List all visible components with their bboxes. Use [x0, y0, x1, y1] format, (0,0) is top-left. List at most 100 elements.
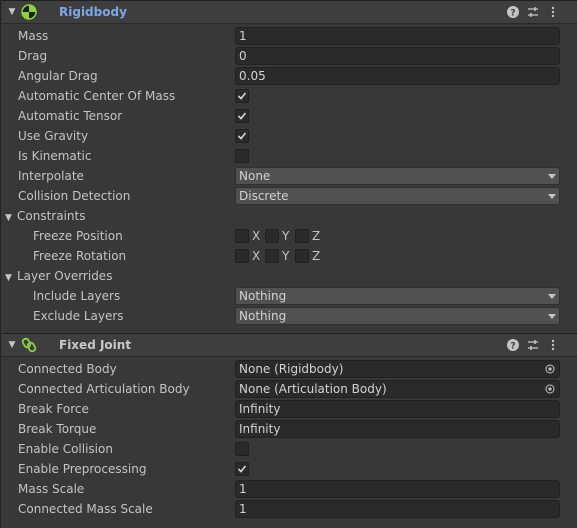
- auto-com-row: Automatic Center Of Mass: [2, 86, 577, 106]
- enable-preprocessing-checkbox[interactable]: [235, 462, 249, 476]
- fold-arrow-icon[interactable]: ▼: [6, 6, 18, 18]
- axis-z-label: Z: [312, 229, 321, 243]
- break-torque-row: Break Torque Infinity: [2, 419, 577, 439]
- object-picker-icon[interactable]: [545, 384, 555, 394]
- angular-drag-label: Angular Drag: [18, 69, 98, 83]
- auto-com-checkbox[interactable]: [235, 89, 249, 103]
- presets-icon[interactable]: [526, 338, 540, 352]
- include-layers-label: Include Layers: [33, 289, 121, 303]
- rigidbody-icon: [21, 4, 37, 20]
- enable-collision-checkbox[interactable]: [235, 442, 249, 456]
- angular-drag-row: Angular Drag 0.05: [2, 66, 577, 86]
- break-force-field[interactable]: Infinity: [235, 400, 560, 418]
- fold-arrow-icon: ▼: [5, 213, 12, 223]
- fixed-joint-title: Fixed Joint: [59, 338, 132, 352]
- layer-overrides-foldout[interactable]: ▼ Layer Overrides: [2, 266, 577, 286]
- axis-x-label: X: [252, 229, 261, 243]
- mass-scale-label: Mass Scale: [18, 482, 85, 496]
- break-torque-field[interactable]: Infinity: [235, 420, 560, 438]
- layer-overrides-foldout-label: ▼ Layer Overrides: [5, 269, 112, 283]
- exclude-layers-value: Nothing: [239, 309, 287, 323]
- mass-row: Mass 1: [2, 26, 577, 46]
- axis-y-label: Y: [282, 229, 290, 243]
- checkmark-icon: [237, 465, 247, 473]
- collision-detection-label: Collision Detection: [18, 189, 131, 203]
- dropdown-caret-icon: [548, 174, 556, 179]
- layer-overrides-label: Layer Overrides: [17, 269, 113, 283]
- connected-body-label: Connected Body: [18, 362, 117, 376]
- break-force-label: Break Force: [18, 402, 89, 416]
- enable-preprocessing-label: Enable Preprocessing: [18, 462, 147, 476]
- connected-mass-scale-row: Connected Mass Scale 1: [2, 499, 577, 519]
- presets-icon[interactable]: [526, 5, 540, 19]
- freeze-position-label: Freeze Position: [33, 229, 123, 243]
- auto-tensor-label: Automatic Tensor: [18, 109, 123, 123]
- use-gravity-row: Use Gravity: [2, 126, 577, 146]
- fold-arrow-icon: ▼: [5, 273, 12, 283]
- enable-collision-row: Enable Collision: [2, 439, 577, 459]
- freeze-position-y-checkbox[interactable]: [265, 229, 279, 243]
- fixed-joint-icon: [21, 337, 37, 353]
- more-icon[interactable]: [546, 5, 560, 19]
- connected-mass-scale-field[interactable]: 1: [235, 500, 560, 518]
- checkmark-icon: [237, 112, 247, 120]
- is-kinematic-row: Is Kinematic: [2, 146, 577, 166]
- dropdown-caret-icon: [548, 194, 556, 199]
- freeze-position-row: Freeze Position X Y Z: [2, 226, 577, 246]
- interpolate-value: None: [239, 169, 271, 183]
- object-picker-icon[interactable]: [545, 364, 555, 374]
- connected-body-row: Connected Body None (Rigidbody): [2, 359, 577, 379]
- freeze-rotation-x-checkbox[interactable]: [235, 249, 249, 263]
- help-icon[interactable]: ?: [506, 5, 520, 19]
- constraints-foldout-label: ▼ Constraints: [5, 209, 85, 223]
- svg-text:?: ?: [510, 342, 515, 352]
- more-icon[interactable]: [546, 338, 560, 352]
- angular-drag-field[interactable]: 0.05: [235, 67, 560, 85]
- connected-body-field[interactable]: None (Rigidbody): [235, 360, 560, 378]
- drag-label: Drag: [18, 49, 48, 63]
- rigidbody-title: Rigidbody: [59, 5, 127, 19]
- drag-field[interactable]: 0: [235, 47, 560, 65]
- axis-z-label: Z: [312, 249, 321, 263]
- exclude-layers-row: Exclude Layers Nothing: [2, 306, 577, 326]
- rigidbody-header[interactable]: ▼ Rigidbody ?: [2, 0, 577, 24]
- freeze-rotation-y-checkbox[interactable]: [265, 249, 279, 263]
- collision-detection-value: Discrete: [239, 189, 289, 203]
- freeze-rotation-label: Freeze Rotation: [33, 249, 127, 263]
- dropdown-caret-icon: [548, 314, 556, 319]
- fixed-joint-header[interactable]: ▼ Fixed Joint ?: [2, 333, 577, 357]
- axis-x-label: X: [252, 249, 261, 263]
- connected-articulation-body-field[interactable]: None (Articulation Body): [235, 380, 560, 398]
- exclude-layers-dropdown[interactable]: Nothing: [235, 307, 560, 325]
- interpolate-row: Interpolate None: [2, 166, 577, 186]
- is-kinematic-checkbox[interactable]: [235, 149, 249, 163]
- collision-detection-dropdown[interactable]: Discrete: [235, 187, 560, 205]
- constraints-foldout[interactable]: ▼ Constraints: [2, 206, 577, 226]
- connected-mass-scale-label: Connected Mass Scale: [18, 502, 153, 516]
- auto-tensor-row: Automatic Tensor: [2, 106, 577, 126]
- fold-arrow-icon[interactable]: ▼: [6, 339, 18, 351]
- checkmark-icon: [237, 132, 247, 140]
- freeze-position-z-checkbox[interactable]: [295, 229, 309, 243]
- include-layers-row: Include Layers Nothing: [2, 286, 577, 306]
- connected-articulation-body-row: Connected Articulation Body None (Articu…: [2, 379, 577, 399]
- collision-detection-row: Collision Detection Discrete: [2, 186, 577, 206]
- enable-preprocessing-row: Enable Preprocessing: [2, 459, 577, 479]
- constraints-label: Constraints: [17, 209, 86, 223]
- break-torque-label: Break Torque: [18, 422, 97, 436]
- axis-y-label: Y: [282, 249, 290, 263]
- help-icon[interactable]: ?: [506, 338, 520, 352]
- use-gravity-checkbox[interactable]: [235, 129, 249, 143]
- freeze-position-x-checkbox[interactable]: [235, 229, 249, 243]
- use-gravity-label: Use Gravity: [18, 129, 89, 143]
- auto-tensor-checkbox[interactable]: [235, 109, 249, 123]
- freeze-rotation-z-checkbox[interactable]: [295, 249, 309, 263]
- interpolate-label: Interpolate: [18, 169, 84, 183]
- include-layers-dropdown[interactable]: Nothing: [235, 287, 560, 305]
- mass-scale-row: Mass Scale 1: [2, 479, 577, 499]
- is-kinematic-label: Is Kinematic: [18, 149, 92, 163]
- enable-collision-label: Enable Collision: [18, 442, 113, 456]
- mass-field[interactable]: 1: [235, 27, 560, 45]
- interpolate-dropdown[interactable]: None: [235, 167, 560, 185]
- mass-scale-field[interactable]: 1: [235, 480, 560, 498]
